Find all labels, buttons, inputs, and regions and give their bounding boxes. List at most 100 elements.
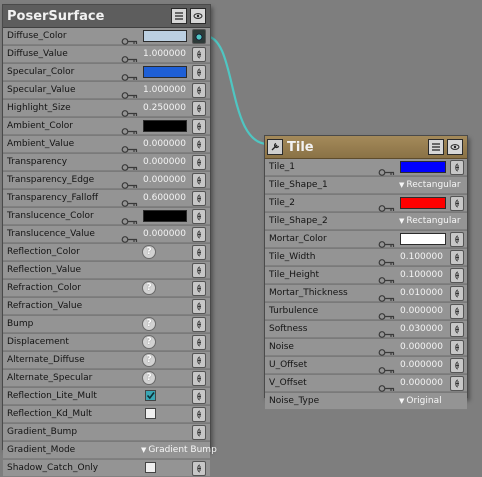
- input-plug-icon[interactable]: [192, 335, 206, 350]
- param-value[interactable]: 0.000000: [400, 378, 443, 388]
- eye-icon[interactable]: [447, 139, 463, 155]
- input-plug-icon[interactable]: [192, 299, 206, 314]
- dropdown-select[interactable]: ▼ Rectangular: [399, 180, 461, 190]
- keyframe-key-icon[interactable]: [378, 360, 396, 374]
- keyframe-key-icon[interactable]: [378, 198, 396, 212]
- param-row-shadow-catch-only[interactable]: Shadow_Catch_Only: [3, 460, 210, 477]
- param-row-ambient-value[interactable]: Ambient_Value 0.000000: [3, 136, 210, 153]
- keyframe-key-icon[interactable]: [121, 31, 139, 45]
- input-plug-icon[interactable]: [192, 209, 206, 224]
- input-plug-icon[interactable]: [192, 425, 206, 440]
- param-row-ambient-color[interactable]: Ambient_Color: [3, 118, 210, 135]
- help-icon[interactable]: ?: [142, 317, 156, 331]
- keyframe-key-icon[interactable]: [378, 252, 396, 266]
- keyframe-key-icon[interactable]: [121, 139, 139, 153]
- input-plug-icon[interactable]: [192, 353, 206, 368]
- param-value[interactable]: 0.010000: [400, 288, 443, 298]
- param-row-transparency[interactable]: Transparency 0.000000: [3, 154, 210, 171]
- keyframe-key-icon[interactable]: [121, 85, 139, 99]
- input-plug-icon[interactable]: [192, 371, 206, 386]
- dropdown-select[interactable]: ▼ Rectangular: [399, 216, 461, 226]
- checkbox[interactable]: [145, 390, 156, 401]
- keyframe-key-icon[interactable]: [378, 324, 396, 338]
- param-row-tile-2[interactable]: Tile_2: [265, 195, 467, 212]
- keyframe-key-icon[interactable]: [121, 103, 139, 117]
- help-icon[interactable]: ?: [142, 353, 156, 367]
- param-row-reflection-lite-mult[interactable]: Reflection_Lite_Mult: [3, 388, 210, 405]
- checkbox[interactable]: [145, 462, 156, 473]
- input-plug-icon[interactable]: [192, 281, 206, 296]
- param-value[interactable]: 0.250000: [143, 103, 186, 113]
- help-icon[interactable]: ?: [142, 245, 156, 259]
- param-row-mortar-thickness[interactable]: Mortar_Thickness 0.010000: [265, 285, 467, 302]
- param-value[interactable]: 1.000000: [143, 85, 186, 95]
- color-swatch[interactable]: [143, 66, 187, 78]
- input-plug-icon[interactable]: [192, 245, 206, 260]
- input-plug-icon[interactable]: [192, 461, 206, 476]
- param-value[interactable]: 0.000000: [400, 360, 443, 370]
- keyframe-key-icon[interactable]: [121, 211, 139, 225]
- keyframe-key-icon[interactable]: [121, 157, 139, 171]
- keyframe-key-icon[interactable]: [378, 342, 396, 356]
- param-value[interactable]: 0.030000: [400, 324, 443, 334]
- input-plug-icon[interactable]: [192, 137, 206, 152]
- color-swatch[interactable]: [400, 161, 446, 173]
- dropdown-select[interactable]: ▼ Original: [399, 396, 442, 406]
- dropdown-select[interactable]: ▼ Gradient Bump: [141, 445, 217, 455]
- param-value[interactable]: 1.000000: [143, 49, 186, 59]
- param-row-reflection-value[interactable]: Reflection_Value: [3, 262, 210, 279]
- input-plug-icon[interactable]: [192, 83, 206, 98]
- param-row-tile-shape-1[interactable]: Tile_Shape_1 ▼ Rectangular: [265, 177, 467, 194]
- param-row-reflection-color[interactable]: Reflection_Color?: [3, 244, 210, 261]
- param-row-displacement[interactable]: Displacement?: [3, 334, 210, 351]
- param-row-tile-1[interactable]: Tile_1: [265, 159, 467, 176]
- input-plug-icon[interactable]: [450, 196, 464, 211]
- input-plug-icon[interactable]: [450, 268, 464, 283]
- keyframe-key-icon[interactable]: [378, 288, 396, 302]
- input-plug-icon[interactable]: [450, 232, 464, 247]
- input-plug-icon[interactable]: [450, 376, 464, 391]
- param-row-u-offset[interactable]: U_Offset 0.000000: [265, 357, 467, 374]
- input-plug-icon[interactable]: [192, 47, 206, 62]
- checkbox[interactable]: [145, 408, 156, 419]
- param-row-reflection-kd-mult[interactable]: Reflection_Kd_Mult: [3, 406, 210, 423]
- param-value[interactable]: 0.000000: [143, 175, 186, 185]
- input-plug-icon[interactable]: [192, 119, 206, 134]
- input-plug-icon[interactable]: [450, 286, 464, 301]
- input-plug-icon[interactable]: [450, 160, 464, 175]
- color-swatch[interactable]: [400, 197, 446, 209]
- param-row-noise[interactable]: Noise 0.000000: [265, 339, 467, 356]
- param-value[interactable]: 0.000000: [143, 229, 186, 239]
- keyframe-key-icon[interactable]: [378, 162, 396, 176]
- keyframe-key-icon[interactable]: [121, 49, 139, 63]
- input-plug-icon[interactable]: [192, 173, 206, 188]
- keyframe-key-icon[interactable]: [121, 229, 139, 243]
- param-row-tile-width[interactable]: Tile_Width 0.100000: [265, 249, 467, 266]
- param-value[interactable]: 0.600000: [143, 193, 186, 203]
- input-plug-icon[interactable]: [192, 29, 206, 44]
- color-swatch[interactable]: [400, 233, 446, 245]
- input-plug-icon[interactable]: [192, 317, 206, 332]
- tile-node[interactable]: Tile Tile_1 Tile_Shape_1 ▼ Rectangular Tile_…: [264, 135, 468, 410]
- input-plug-icon[interactable]: [192, 191, 206, 206]
- poser-surface-header[interactable]: PoserSurface: [3, 5, 210, 28]
- param-row-specular-value[interactable]: Specular_Value 1.000000: [3, 82, 210, 99]
- color-swatch[interactable]: [143, 210, 187, 222]
- tile-header[interactable]: Tile: [265, 136, 467, 159]
- input-plug-icon[interactable]: [192, 101, 206, 116]
- param-value[interactable]: 0.000000: [400, 306, 443, 316]
- param-row-v-offset[interactable]: V_Offset 0.000000: [265, 375, 467, 392]
- help-icon[interactable]: ?: [142, 371, 156, 385]
- param-row-translucence-value[interactable]: Translucence_Value 0.000000: [3, 226, 210, 243]
- param-row-highlight-size[interactable]: Highlight_Size 0.250000: [3, 100, 210, 117]
- param-value[interactable]: 0.100000: [400, 270, 443, 280]
- wrench-icon[interactable]: [267, 139, 283, 155]
- color-swatch[interactable]: [143, 30, 187, 42]
- param-row-mortar-color[interactable]: Mortar_Color: [265, 231, 467, 248]
- input-plug-icon[interactable]: [450, 322, 464, 337]
- param-row-tile-shape-2[interactable]: Tile_Shape_2 ▼ Rectangular: [265, 213, 467, 230]
- keyframe-key-icon[interactable]: [378, 378, 396, 392]
- param-row-transparency-falloff[interactable]: Transparency_Falloff 0.600000: [3, 190, 210, 207]
- param-row-specular-color[interactable]: Specular_Color: [3, 64, 210, 81]
- param-row-refraction-value[interactable]: Refraction_Value: [3, 298, 210, 315]
